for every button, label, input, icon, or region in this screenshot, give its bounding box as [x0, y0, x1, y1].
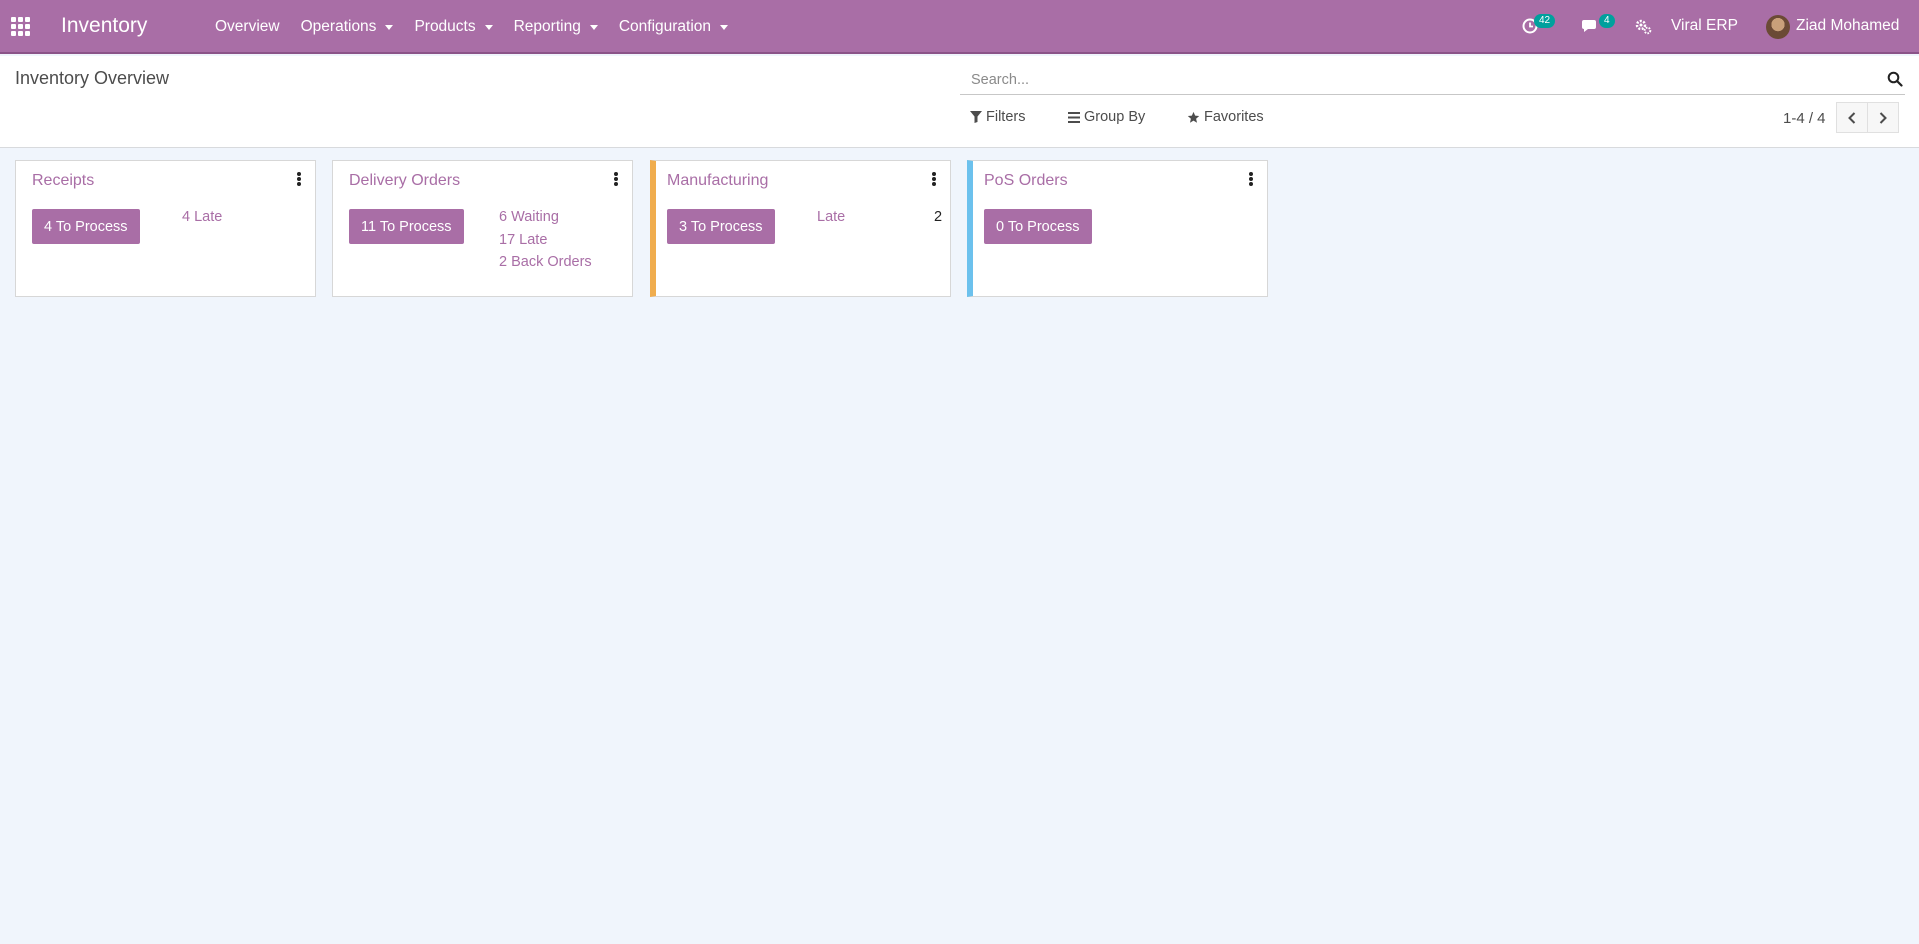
card-pos-orders: PoS Orders 0 To Process [967, 160, 1268, 297]
caret-down-icon [484, 24, 493, 30]
filters-label: Filters [986, 109, 1026, 125]
caret-down-icon [385, 24, 394, 30]
chevron-right-icon [1879, 111, 1887, 124]
card-delivery-orders: Delivery Orders 11 To Process 6 Waiting … [332, 160, 633, 297]
menu-overview[interactable]: Overview [215, 18, 280, 36]
card-manufacturing: Manufacturing 3 To Process Late 2 [650, 160, 951, 297]
avatar[interactable] [1766, 15, 1790, 39]
bars-icon [1068, 111, 1080, 123]
late-link[interactable]: 4 Late [182, 209, 222, 225]
caret-down-icon [720, 24, 729, 30]
menu-reporting-label: Reporting [513, 18, 581, 35]
late-link[interactable]: 17 Late [499, 232, 547, 248]
menu-overview-label: Overview [215, 18, 280, 35]
more-options-icon[interactable] [614, 172, 618, 186]
card-title[interactable]: Receipts [32, 172, 94, 190]
card-title[interactable]: Manufacturing [667, 172, 768, 190]
menu-products-label: Products [414, 18, 476, 35]
menu-configuration-label: Configuration [618, 18, 712, 35]
to-process-button[interactable]: 11 To Process [349, 209, 464, 244]
filter-icon [970, 111, 982, 123]
card-receipts: Receipts 4 To Process 4 Late [15, 160, 316, 297]
chat-bubbles-icon[interactable] [1582, 18, 1600, 34]
late-count: 2 [934, 209, 943, 225]
menu-products[interactable]: Products [414, 18, 493, 36]
more-options-icon[interactable] [932, 172, 936, 186]
top-navbar: Inventory Overview Operations Products R… [0, 0, 1919, 54]
caret-down-icon [589, 24, 598, 30]
star-icon [1187, 111, 1200, 123]
late-link[interactable]: Late [817, 209, 845, 225]
search-bar [960, 65, 1905, 95]
pager-value[interactable]: 1-4 / 4 [1783, 110, 1826, 127]
favorites-label: Favorites [1204, 109, 1264, 125]
favorites-button[interactable]: Favorites [1187, 109, 1264, 125]
messages-badge: 4 [1599, 14, 1615, 28]
pager-previous-button[interactable] [1836, 102, 1868, 133]
company-switcher[interactable]: Viral ERP [1671, 17, 1738, 35]
search-input[interactable] [971, 69, 1851, 91]
filters-button[interactable]: Filters [970, 109, 1025, 125]
apps-grid-icon[interactable] [11, 17, 31, 37]
to-process-button[interactable]: 4 To Process [32, 209, 140, 244]
menu-operations-label: Operations [300, 18, 377, 35]
user-menu[interactable]: Ziad Mohamed [1796, 17, 1899, 35]
chevron-left-icon [1848, 111, 1856, 124]
control-panel: Inventory Overview Filters Group By Favo… [0, 56, 1919, 148]
menu-operations[interactable]: Operations [301, 18, 394, 36]
app-name[interactable]: Inventory [61, 14, 147, 38]
menu-reporting[interactable]: Reporting [514, 18, 598, 36]
more-options-icon[interactable] [1249, 172, 1253, 186]
page-title: Inventory Overview [15, 68, 170, 88]
waiting-link[interactable]: 6 Waiting [499, 209, 559, 225]
activity-badge: 42 [1534, 14, 1556, 28]
group-by-label: Group By [1084, 109, 1146, 125]
main-menu: Overview Operations Products Reporting C… [215, 0, 749, 54]
to-process-button[interactable]: 3 To Process [667, 209, 775, 244]
back-orders-link[interactable]: 2 Back Orders [499, 254, 592, 270]
group-by-button[interactable]: Group By [1068, 109, 1145, 125]
menu-configuration[interactable]: Configuration [618, 18, 729, 36]
pager-next-button[interactable] [1867, 102, 1899, 133]
search-icon[interactable] [1887, 71, 1903, 87]
debug-gears-icon[interactable] [1635, 18, 1652, 35]
more-options-icon[interactable] [297, 172, 301, 186]
card-title[interactable]: Delivery Orders [349, 172, 460, 190]
to-process-button[interactable]: 0 To Process [984, 209, 1092, 244]
card-title[interactable]: PoS Orders [984, 172, 1068, 190]
